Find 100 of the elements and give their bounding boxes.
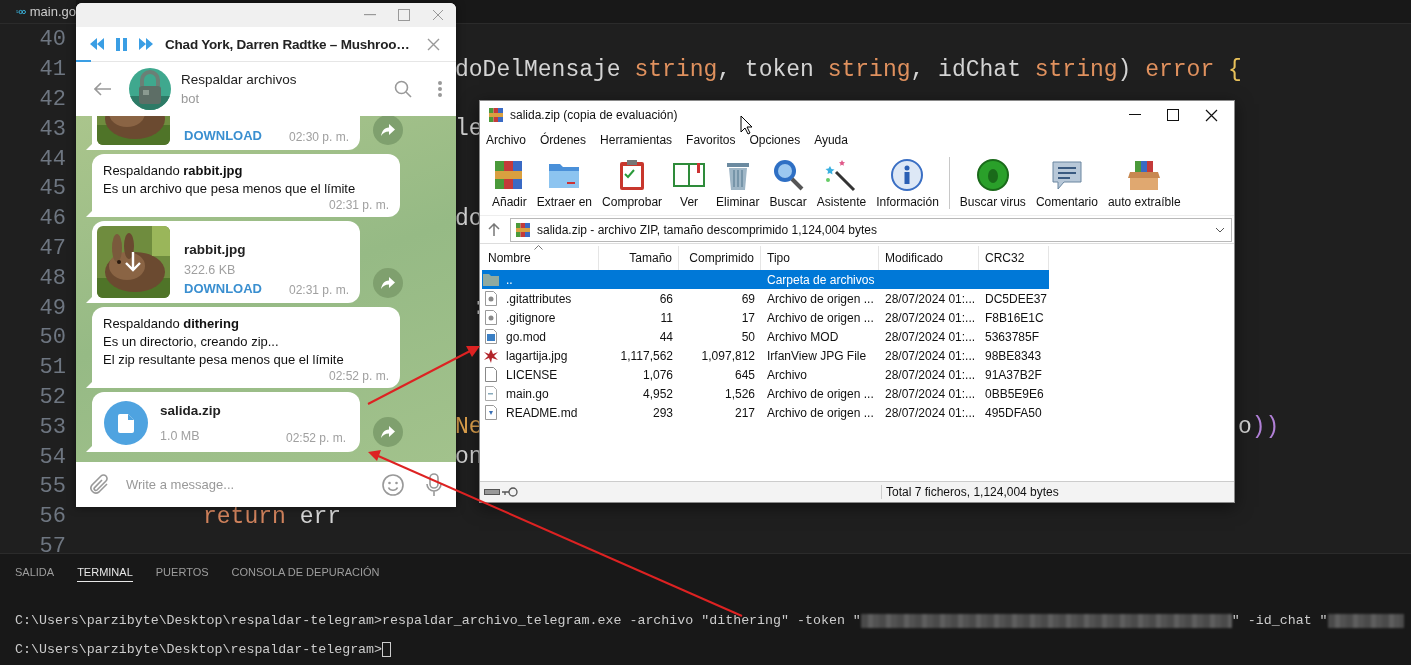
toolbar-button[interactable]: auto extraíble — [1103, 155, 1185, 211]
download-icon[interactable] — [125, 252, 141, 272]
microphone-icon[interactable] — [426, 472, 442, 497]
toolbar-button[interactable]: Información — [872, 155, 943, 211]
paperclip-icon[interactable] — [90, 473, 110, 496]
menu-item[interactable]: Archivo — [486, 133, 526, 147]
table-cell: Archivo MOD — [767, 329, 839, 344]
table-cell: 293 — [652, 405, 673, 420]
maximize-icon[interactable] — [1167, 109, 1179, 121]
file-row[interactable]: go.mod 44 50 Archivo MOD 28/07/2024 01:... 5363785F — [482, 327, 1049, 346]
line-number: 46 — [38, 206, 66, 232]
file-row[interactable]: lagartija.jpg 1,117,562 1,097,812 IrfanView JPG File 28/07/2024 01:... 98BE8343 — [482, 346, 1049, 365]
menu-item[interactable]: Ayuda — [814, 133, 848, 147]
back-icon[interactable] — [94, 82, 112, 96]
file-icon — [485, 405, 497, 420]
table-cell: DC5DEE37 — [985, 291, 1048, 306]
toolbar-button[interactable]: Buscar — [765, 155, 811, 211]
editor-tab[interactable]: main.go — [0, 0, 76, 23]
line-number: 43 — [38, 116, 66, 142]
file-button[interactable] — [104, 401, 148, 445]
go-file-icon — [16, 7, 26, 16]
message-text: Respaldando rabbit.jpg Es un archivo que pesa menos que el límite — [103, 162, 357, 198]
menu-item[interactable]: Opciones — [749, 133, 801, 147]
message-time: 02:52 p. m. — [285, 431, 346, 446]
image-file-icon — [483, 347, 499, 364]
menu-item[interactable]: Órdenes — [540, 133, 587, 147]
toolbar-button[interactable]: Buscar virus — [955, 155, 1030, 211]
file-row[interactable]: README.md 293 217 Archivo de origen ... 28/07/2024 01:... 495DFA50 — [482, 403, 1049, 422]
line-number: 53 — [38, 414, 66, 440]
line-number: 41 — [38, 57, 66, 83]
message-time: 02:31 p. m. — [327, 198, 389, 213]
table-cell: 1,076 — [642, 367, 673, 382]
path-dropdown[interactable]: salida.zip - archivo ZIP, tamaño descomprimido 1,124,004 bytes — [510, 217, 1232, 242]
up-arrow-icon[interactable] — [488, 223, 500, 236]
file-size: 322.6 KB — [184, 262, 237, 279]
table-cell: .gitignore — [506, 310, 556, 325]
minimize-icon[interactable] — [1129, 114, 1141, 116]
panel-tab[interactable]: TERMINAL — [77, 562, 133, 582]
folder-icon — [483, 273, 499, 286]
line-number: 48 — [38, 265, 66, 291]
message-time: 02:31 p. m. — [288, 283, 349, 298]
fast-forward-icon[interactable] — [139, 38, 153, 50]
table-cell: 1,526 — [724, 386, 755, 401]
file-size: 1.0 MB — [160, 428, 200, 445]
table-cell: Archivo — [767, 367, 807, 382]
file-icon — [485, 367, 497, 382]
menu-item[interactable]: Herramientas — [600, 133, 673, 147]
table-cell: 28/07/2024 01:... — [885, 367, 976, 382]
emoji-icon[interactable] — [382, 473, 404, 496]
share-button[interactable] — [373, 268, 403, 298]
close-icon[interactable] — [1205, 108, 1218, 122]
table-cell: 66 — [659, 291, 673, 306]
terminal-text: C:\Users\parzibyte\Desktop\respaldar-telegram>respaldar_archivo_telegram.exe -archivo "dithering" -token " — [15, 613, 861, 628]
rewind-icon[interactable] — [90, 38, 104, 50]
table-cell: Archivo de origen ... — [767, 310, 874, 325]
menu-item[interactable]: Favoritos — [686, 133, 736, 147]
file-row[interactable]: .gitignore 11 17 Archivo de origen ... 28/07/2024 01:... F8B16E1C — [482, 308, 1049, 327]
table-cell: LICENSE — [506, 367, 558, 382]
line-number: 52 — [38, 384, 66, 410]
table-cell: lagartija.jpg — [506, 348, 568, 363]
table-cell: 28/07/2024 01:... — [885, 405, 976, 420]
toolbar-button[interactable]: Comentario — [1031, 155, 1102, 211]
file-name: rabbit.jpg — [184, 241, 247, 259]
table-cell: 28/07/2024 01:... — [885, 329, 976, 344]
panel-tab[interactable]: PUERTOS — [155, 562, 209, 582]
share-button[interactable] — [373, 116, 403, 145]
file-row[interactable]: .. Carpeta de archivos — [482, 270, 1049, 289]
terminal-text: " -id_chat " — [1231, 613, 1328, 628]
table-cell: 98BE8343 — [985, 348, 1042, 363]
search-icon[interactable] — [394, 80, 412, 98]
panel-tab[interactable]: CONSOLA DE DEPURACIÓN — [231, 562, 380, 582]
pause-icon[interactable] — [116, 37, 127, 51]
share-button[interactable] — [373, 417, 403, 447]
table-cell: main.go — [506, 386, 549, 401]
more-icon[interactable] — [438, 81, 442, 97]
info-icon — [890, 157, 925, 192]
toolbar-button[interactable]: Eliminar — [712, 155, 764, 211]
line-number: 49 — [38, 295, 66, 321]
file-row[interactable]: .gitattributes 66 69 Archivo de origen ... 28/07/2024 01:... DC5DEE37 — [482, 289, 1049, 308]
toolbar-button[interactable]: Ver — [668, 155, 711, 211]
file-row[interactable]: LICENSE 1,076 645 Archivo 28/07/2024 01:... 91A37B2F — [482, 365, 1049, 384]
table-cell: Archivo de origen ... — [767, 405, 874, 420]
line-number: 51 — [38, 355, 66, 381]
terminal-cursor — [382, 642, 392, 657]
table-cell: Archivo de origen ... — [767, 291, 874, 306]
toolbar-button[interactable]: Extraer en — [532, 155, 597, 211]
toolbar-button[interactable]: Asistente — [812, 155, 871, 211]
table-cell: 217 — [734, 405, 755, 420]
panel-tab[interactable]: SALIDA — [15, 562, 55, 582]
line-number: 47 — [38, 235, 66, 261]
toolbar-button[interactable]: Comprobar — [598, 155, 667, 211]
code-text: return err — [203, 503, 342, 530]
code-text: o)) — [1238, 414, 1280, 441]
status-text: Total 7 ficheros, 1,124,004 bytes — [881, 485, 1059, 499]
table-cell: 4,952 — [642, 386, 673, 401]
table-cell: 28/07/2024 01:... — [885, 348, 976, 363]
bug-icon — [975, 157, 1010, 192]
toolbar-button[interactable]: Añadir — [488, 155, 531, 211]
file-row[interactable]: main.go 4,952 1,526 Archivo de origen ... 28/07/2024 01:... 0BB5E9E6 — [482, 384, 1049, 403]
table-cell: 28/07/2024 01:... — [885, 386, 976, 401]
